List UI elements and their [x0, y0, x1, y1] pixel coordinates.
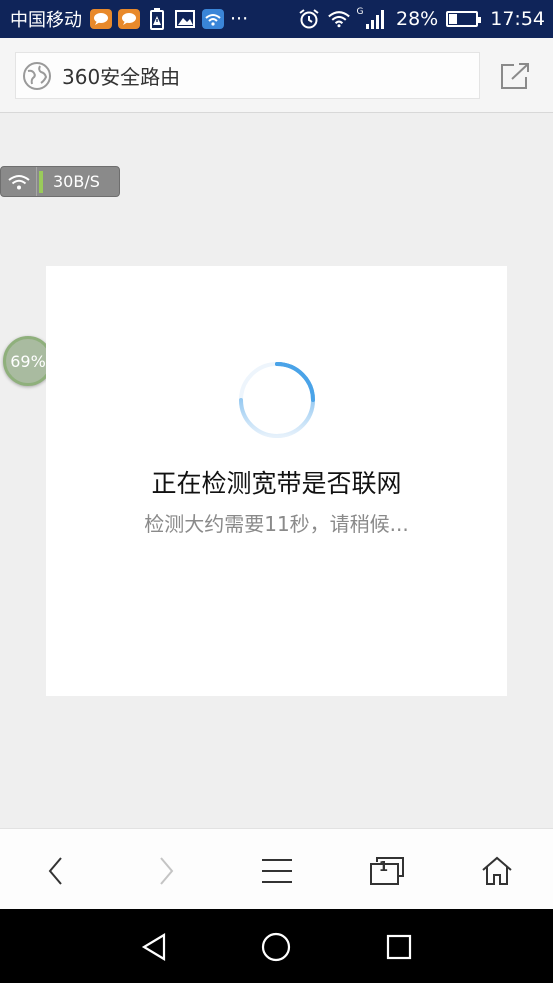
- detection-subtitle: 检测大约需要11秒，请稍候...: [144, 512, 409, 536]
- network-speed: 30B/S: [53, 172, 100, 191]
- battery-percent: 28%: [396, 8, 439, 30]
- network-type: G: [356, 7, 364, 17]
- detection-title: 正在检测宽带是否联网: [151, 469, 402, 498]
- message-icon: [90, 9, 112, 29]
- status-bar: 中国移动 ··· G 28% 17:54: [0, 0, 553, 38]
- loading-spinner-icon: [238, 361, 316, 439]
- globe-icon: [22, 61, 52, 91]
- menu-icon[interactable]: [257, 851, 297, 891]
- more-notifications: ···: [230, 8, 249, 30]
- speed-level-bar: [39, 170, 43, 193]
- forward-icon[interactable]: [146, 851, 186, 891]
- back-triangle-icon[interactable]: [136, 929, 172, 965]
- clock: 17:54: [490, 8, 545, 30]
- home-icon[interactable]: [477, 851, 517, 891]
- recents-square-icon[interactable]: [381, 929, 417, 965]
- tabs-count: 1: [379, 860, 389, 875]
- speed-widget[interactable]: 30B/S: [0, 166, 120, 197]
- share-icon[interactable]: [500, 62, 531, 90]
- home-circle-icon[interactable]: [258, 929, 294, 965]
- battery-alert-icon: [146, 8, 168, 30]
- wifi-icon: [328, 9, 350, 29]
- status-bar-left: 中国移动 ···: [10, 6, 298, 32]
- page-title: 360安全路由: [62, 65, 181, 89]
- address-bar: 360安全路由: [0, 38, 553, 113]
- signal-icon: G: [356, 7, 388, 29]
- browser-toolbar: 1: [0, 828, 553, 909]
- message-icon: [118, 9, 140, 29]
- system-nav-bar: [0, 909, 553, 983]
- status-bar-right: G 28% 17:54: [298, 7, 545, 30]
- wifi-app-icon: [202, 9, 224, 29]
- url-field[interactable]: 360安全路由: [15, 52, 480, 99]
- carrier-name: 中国移动: [10, 10, 82, 31]
- wifi-icon: [1, 167, 37, 196]
- memory-usage-value: 69%: [10, 351, 46, 371]
- image-icon: [174, 9, 196, 29]
- battery-icon: [446, 11, 482, 27]
- detection-card: 正在检测宽带是否联网 检测大约需要11秒，请稍候...: [46, 266, 507, 696]
- alarm-icon: [298, 9, 320, 29]
- tabs-icon[interactable]: 1: [367, 851, 407, 891]
- back-icon[interactable]: [36, 851, 76, 891]
